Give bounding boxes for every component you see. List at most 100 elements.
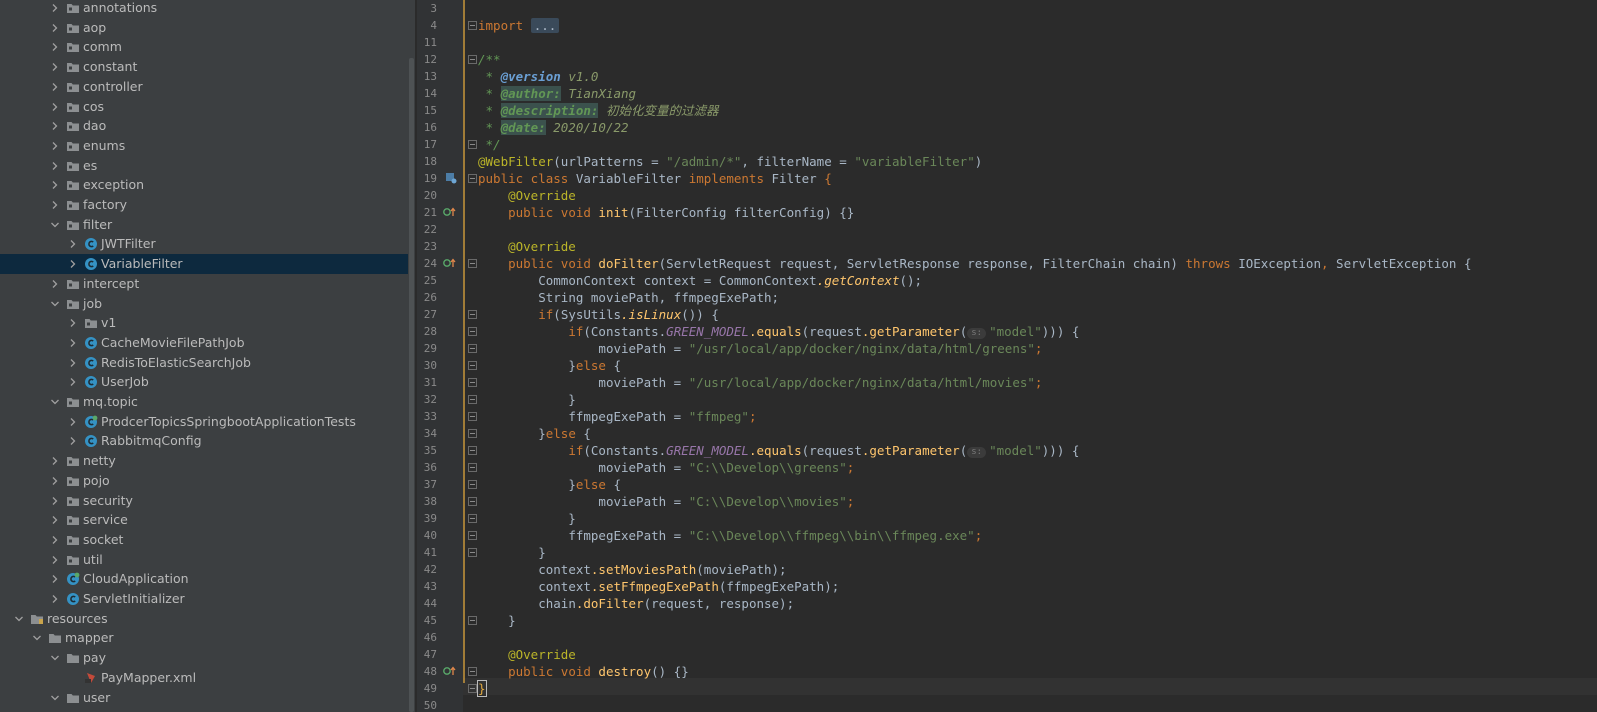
tree-item-controller[interactable]: controller (0, 77, 408, 97)
fold-toggle-icon[interactable] (468, 446, 477, 455)
code-line-19[interactable]: public class VariableFilter implements F… (478, 170, 832, 187)
chevron-right-icon[interactable] (50, 535, 60, 545)
line-number[interactable]: 38 (417, 493, 437, 510)
code-line-37[interactable]: }else { (478, 476, 621, 493)
code-line-26[interactable]: String moviePath, ffmpegExePath; (478, 289, 779, 306)
line-number[interactable]: 24 (417, 255, 437, 272)
tree-item-variablefilter[interactable]: VariableFilter (0, 254, 408, 274)
chevron-right-icon[interactable] (68, 239, 78, 249)
tree-item-filter[interactable]: filter (0, 215, 408, 235)
code-line-39[interactable]: } (478, 510, 576, 527)
tree-item-service[interactable]: service (0, 510, 408, 530)
line-number[interactable]: 43 (417, 578, 437, 595)
line-number[interactable]: 16 (417, 119, 437, 136)
tree-item-intercept[interactable]: intercept (0, 274, 408, 294)
line-number[interactable]: 34 (417, 425, 437, 442)
code-line-25[interactable]: CommonContext context = CommonContext.ge… (478, 272, 922, 289)
line-number[interactable]: 50 (417, 697, 437, 712)
chevron-right-icon[interactable] (50, 555, 60, 565)
tree-item-cos[interactable]: cos (0, 97, 408, 117)
line-number[interactable]: 47 (417, 646, 437, 663)
code-line-27[interactable]: if(SysUtils.isLinux()) { (478, 306, 719, 323)
tree-item-annotations[interactable]: annotations (0, 0, 408, 18)
chevron-right-icon[interactable] (50, 594, 60, 604)
override-method-icon[interactable] (443, 206, 457, 218)
line-number[interactable]: 21 (417, 204, 437, 221)
fold-toggle-icon[interactable] (468, 327, 477, 336)
line-number[interactable]: 44 (417, 595, 437, 612)
chevron-right-icon[interactable] (50, 456, 60, 466)
fold-toggle-icon[interactable] (468, 310, 477, 319)
fold-toggle-icon[interactable] (468, 548, 477, 557)
fold-toggle-icon[interactable] (468, 667, 477, 676)
tree-item-cachemoviefilepathjob[interactable]: CacheMovieFilePathJob (0, 333, 408, 353)
code-line-42[interactable]: context.setMoviesPath(moviePath); (478, 561, 786, 578)
tree-item-netty[interactable]: netty (0, 451, 408, 471)
chevron-right-icon[interactable] (50, 141, 60, 151)
tree-item-mq-topic[interactable]: mq.topic (0, 392, 408, 412)
code-line-49[interactable]: } (477, 680, 487, 697)
code-line-45[interactable]: } (478, 612, 516, 629)
line-number[interactable]: 14 (417, 85, 437, 102)
chevron-right-icon[interactable] (50, 574, 60, 584)
fold-toggle-icon[interactable] (468, 684, 477, 693)
tree-item-socket[interactable]: socket (0, 530, 408, 550)
code-line-41[interactable]: } (478, 544, 546, 561)
fold-toggle-icon[interactable] (468, 395, 477, 404)
line-number[interactable]: 17 (417, 136, 437, 153)
tree-item-aop[interactable]: aop (0, 18, 408, 38)
line-number[interactable]: 39 (417, 510, 437, 527)
chevron-down-icon[interactable] (50, 220, 60, 230)
line-number[interactable]: 12 (417, 51, 437, 68)
chevron-right-icon[interactable] (50, 23, 60, 33)
line-number[interactable]: 31 (417, 374, 437, 391)
line-number[interactable]: 19 (417, 170, 437, 187)
line-number[interactable]: 32 (417, 391, 437, 408)
fold-toggle-icon[interactable] (468, 55, 477, 64)
tree-item-dao[interactable]: dao (0, 116, 408, 136)
line-number[interactable]: 30 (417, 357, 437, 374)
tree-item-exception[interactable]: exception (0, 175, 408, 195)
chevron-right-icon[interactable] (68, 338, 78, 348)
code-line-29[interactable]: moviePath = "/usr/local/app/docker/nginx… (478, 340, 1042, 357)
fold-toggle-icon[interactable] (468, 497, 477, 506)
code-line-28[interactable]: if(Constants.GREEN_MODEL.equals(request.… (478, 323, 1079, 340)
chevron-down-icon[interactable] (50, 653, 60, 663)
chevron-right-icon[interactable] (50, 121, 60, 131)
chevron-right-icon[interactable] (50, 42, 60, 52)
code-line-14[interactable]: * @author: TianXiang (478, 85, 636, 102)
tree-item-cloudapplication[interactable]: CloudApplication (0, 569, 408, 589)
chevron-right-icon[interactable] (50, 3, 60, 13)
chevron-right-icon[interactable] (68, 417, 78, 427)
code-line-35[interactable]: if(Constants.GREEN_MODEL.equals(request.… (478, 442, 1079, 459)
line-number[interactable]: 46 (417, 629, 437, 646)
code-line-4[interactable]: import ... (478, 17, 560, 34)
chevron-right-icon[interactable] (68, 377, 78, 387)
chevron-down-icon[interactable] (32, 633, 42, 643)
fold-toggle-icon[interactable] (468, 412, 477, 421)
chevron-right-icon[interactable] (68, 358, 78, 368)
code-line-13[interactable]: * @version v1.0 (478, 68, 599, 85)
tree-scrollbar[interactable] (408, 0, 415, 712)
chevron-right-icon[interactable] (68, 259, 78, 269)
fold-toggle-icon[interactable] (468, 174, 477, 183)
code-line-15[interactable]: * @description: 初始化变量的过滤器 (478, 102, 718, 119)
tree-item-enums[interactable]: enums (0, 136, 408, 156)
code-line-17[interactable]: */ (478, 136, 501, 153)
line-number[interactable]: 28 (417, 323, 437, 340)
code-line-23[interactable]: @Override (478, 238, 576, 255)
line-number[interactable]: 26 (417, 289, 437, 306)
chevron-right-icon[interactable] (68, 436, 78, 446)
implements-interface-icon[interactable] (445, 172, 457, 184)
chevron-right-icon[interactable] (50, 82, 60, 92)
code-editor[interactable]: import ... /** * @version v1.0 * @author… (463, 0, 1597, 712)
fold-toggle-icon[interactable] (468, 463, 477, 472)
tree-item-prodcertopicsspringbootapplicationtests[interactable]: ProdcerTopicsSpringbootApplicationTests (0, 412, 408, 432)
fold-toggle-icon[interactable] (468, 616, 477, 625)
fold-toggle-icon[interactable] (468, 429, 477, 438)
code-line-36[interactable]: moviePath = "C:\\Develop\\greens"; (478, 459, 854, 476)
tree-item-servletinitializer[interactable]: ServletInitializer (0, 589, 408, 609)
line-number[interactable]: 22 (417, 221, 437, 238)
code-line-20[interactable]: @Override (478, 187, 576, 204)
line-number[interactable]: 37 (417, 476, 437, 493)
